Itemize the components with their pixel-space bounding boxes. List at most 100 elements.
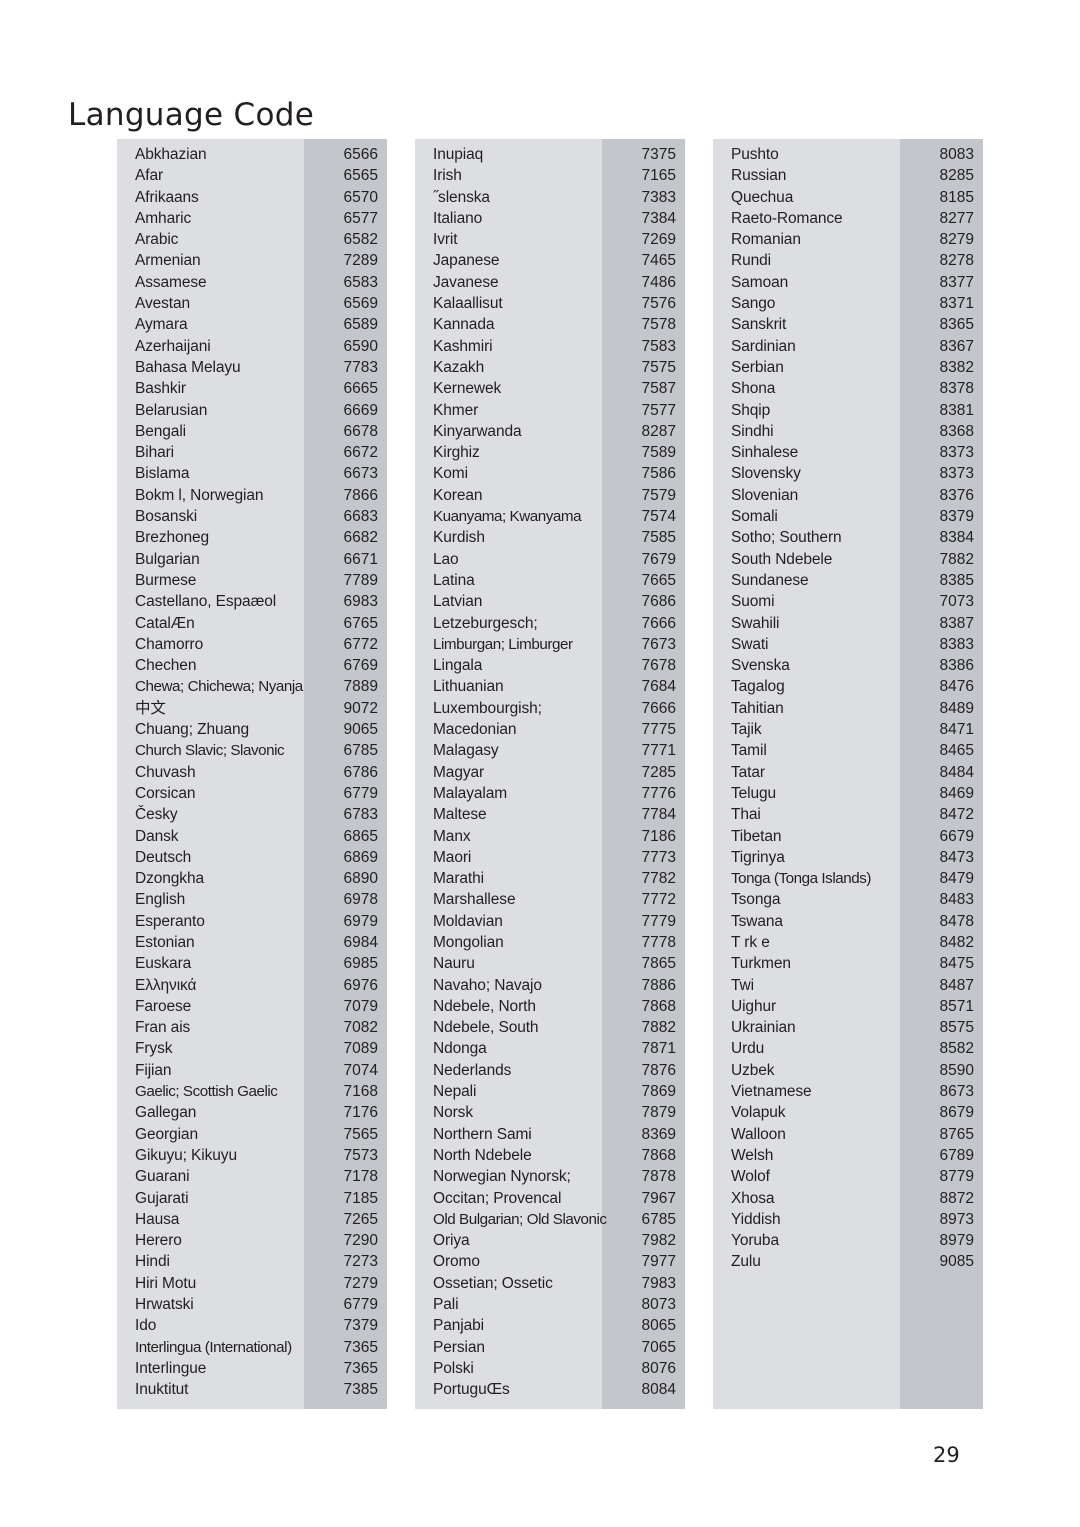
language-code: 8478 (939, 912, 974, 930)
language-code: 7679 (641, 550, 676, 568)
language-name: Nepali (433, 1083, 477, 1101)
table-row: Northern Sami 8369 (415, 1124, 685, 1145)
table-row: Chechen 6769 (117, 655, 387, 676)
table-row: Church Slavic; Slavonic 6785 (117, 740, 387, 761)
table-row: Ossetian; Ossetic 7983 (415, 1273, 685, 1294)
language-name: Javanese (433, 273, 499, 291)
language-code: 7882 (641, 1019, 676, 1037)
table-row: Bengali 6678 (117, 421, 387, 442)
table-row: Raeto-Romance 8277 (713, 208, 983, 229)
table-row: Kirghiz 7589 (415, 442, 685, 463)
table-row: Ivrit 7269 (415, 229, 685, 250)
language-name: Swati (731, 635, 769, 653)
language-name: Ido (135, 1317, 157, 1335)
language-code: 6570 (343, 188, 378, 206)
language-name: Zulu (731, 1253, 761, 1271)
language-code: 7165 (641, 167, 676, 185)
language-name: Polski (433, 1359, 474, 1377)
table-row: Welsh 6789 (713, 1145, 983, 1166)
language-code: 7876 (641, 1061, 676, 1079)
table-row: Hausa 7265 (117, 1209, 387, 1230)
table-row: Bokm l, Norwegian 7866 (117, 485, 387, 506)
language-name: Marathi (433, 870, 484, 888)
language-code: 7289 (343, 252, 378, 270)
table-row: Chewa; Chichewa; Nyanja 7889 (117, 676, 387, 697)
language-name: Kalaallisut (433, 295, 503, 313)
table-row: Tsonga 8483 (713, 889, 983, 910)
table-row: Kinyarwanda 8287 (415, 421, 685, 442)
language-name: Burmese (135, 571, 197, 589)
table-row: Slovensky 8373 (713, 463, 983, 484)
table-row: Bosanski 6683 (117, 506, 387, 527)
language-code: 8575 (939, 1019, 974, 1037)
language-name: Oromo (433, 1253, 480, 1271)
language-code: 8571 (939, 997, 974, 1015)
language-name: Italiano (433, 209, 483, 227)
table-row: Kuanyama; Kwanyama 7574 (415, 506, 685, 527)
language-code: 7465 (641, 252, 676, 270)
language-name: Letzeburgesch; (433, 614, 538, 632)
page-number: 29 (933, 1443, 960, 1467)
language-code: 6679 (939, 827, 974, 845)
language-name: Avestan (135, 295, 191, 313)
language-code: 7587 (641, 380, 676, 398)
table-row: ˝slenska 7383 (415, 187, 685, 208)
table-row: PortuguŒs 8084 (415, 1379, 685, 1400)
table-row: Ndebele, North 7868 (415, 996, 685, 1017)
table-row: Twi 8487 (713, 975, 983, 996)
table-row: Česky 6783 (117, 804, 387, 825)
language-name: Northern Sami (433, 1125, 532, 1143)
language-code: 7285 (641, 763, 676, 781)
table-row: Sotho; Southern 8384 (713, 527, 983, 548)
language-name: Thai (731, 806, 761, 824)
language-code: 6569 (343, 295, 378, 313)
language-code: 8475 (939, 955, 974, 973)
language-code: 7279 (343, 1274, 378, 1292)
language-code: 7772 (641, 891, 676, 909)
language-code: 6665 (343, 380, 378, 398)
language-name: Kashmiri (433, 337, 493, 355)
table-row: Norsk 7879 (415, 1102, 685, 1123)
language-name: Limburgan; Limburger (433, 635, 573, 653)
language-name: Inupiaq (433, 146, 484, 163)
table-row: Samoan 8377 (713, 272, 983, 293)
language-name: Romanian (731, 231, 801, 249)
language-name: South Ndebele (731, 550, 833, 568)
table-row: Lithuanian 7684 (415, 676, 685, 697)
language-code: 7684 (641, 678, 676, 696)
language-code: 7983 (641, 1274, 676, 1292)
language-code: 6669 (343, 401, 378, 419)
language-name: Pushto (731, 146, 779, 163)
language-code: 6785 (343, 742, 378, 760)
language-name: Suomi (731, 593, 775, 611)
table-row: Sanskrit 8365 (713, 314, 983, 335)
language-code: 7375 (641, 146, 676, 163)
language-name: Rundi (731, 252, 771, 270)
table-row: Wolof 8779 (713, 1166, 983, 1187)
table-row: Sardinian 8367 (713, 336, 983, 357)
language-code: 7886 (641, 976, 676, 994)
language-name: Tatar (731, 763, 765, 781)
language-name: Norwegian Nynorsk; (433, 1168, 571, 1186)
language-name: Afrikaans (135, 188, 199, 206)
language-code: 7384 (641, 209, 676, 227)
language-code: 8479 (939, 870, 974, 888)
language-code: 7065 (641, 1338, 676, 1356)
table-row: Somali 8379 (713, 506, 983, 527)
language-code: 8367 (939, 337, 974, 355)
language-rows-1: Abkhazian 6566 Afar 6565 Afrikaans 6570 Amhari… (117, 139, 387, 1401)
language-code: 8379 (939, 508, 974, 526)
language-code: 6672 (343, 444, 378, 462)
table-row: Persian 7065 (415, 1337, 685, 1358)
language-name: Sinhalese (731, 444, 799, 462)
language-name: Abkhazian (135, 146, 207, 163)
language-code: 8083 (939, 146, 974, 163)
language-code: 6789 (939, 1146, 974, 1164)
table-row: CatalÆn 6765 (117, 613, 387, 634)
language-code: 7779 (641, 912, 676, 930)
table-row: Kurdish 7585 (415, 527, 685, 548)
table-row: Inupiaq 7375 (415, 144, 685, 165)
language-name: Malagasy (433, 742, 499, 760)
language-name: Irish (433, 167, 462, 185)
table-row: Lingala 7678 (415, 655, 685, 676)
